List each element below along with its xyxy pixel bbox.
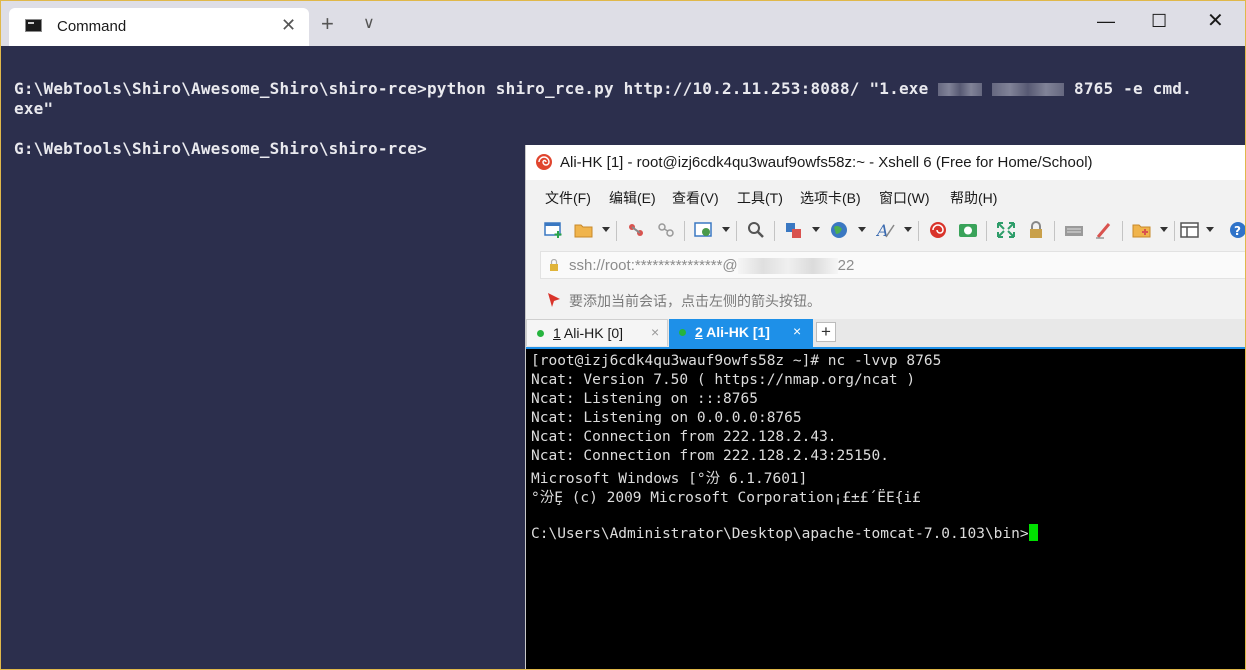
- terminal-line: Ncat: Connection from 222.128.2.43:25150…: [531, 448, 889, 464]
- svg-text:?: ?: [1234, 224, 1241, 238]
- xshell-logo-icon: [536, 154, 552, 170]
- toolbar-divider: [986, 221, 987, 241]
- globe-icon[interactable]: [830, 221, 850, 239]
- terminal-line: Ncat: Connection from 222.128.2.43.: [531, 429, 837, 445]
- terminal-line: Ncat: Listening on 0.0.0.0:8765: [531, 410, 802, 426]
- close-tab-icon[interactable]: ×: [651, 324, 659, 340]
- address-bar[interactable]: ssh://root:***************@ 22: [540, 251, 1245, 279]
- maximize-button[interactable]: ☐: [1151, 9, 1167, 33]
- redacted-text: [737, 258, 838, 275]
- menu-help[interactable]: 帮助(H): [950, 188, 997, 208]
- toolbar-divider: [684, 221, 685, 241]
- chevron-down-icon[interactable]: [904, 227, 912, 232]
- menu-view[interactable]: 查看(V): [672, 188, 719, 208]
- menu-tabs[interactable]: 选项卡(B): [800, 188, 861, 208]
- session-notice: 要添加当前会话，点击左侧的箭头按钮。: [526, 286, 1245, 314]
- chevron-down-icon[interactable]: [812, 227, 820, 232]
- terminal-line: °汾Ȩ (c) 2009 Microsoft Corporation¡£±£´Ë…: [531, 490, 921, 506]
- redacted-text: [992, 83, 1065, 96]
- redacted-text: [938, 83, 983, 96]
- terminal-line: [root@izj6cdk4qu3wauf9owfs58z ~]# nc -lv…: [531, 353, 942, 369]
- menu-bar: 文件(F) 编辑(E) 查看(V) 工具(T) 选项卡(B) 窗口(W) 帮助(…: [526, 182, 1245, 212]
- session-tab-1[interactable]: 1 Ali-HK [0] ×: [526, 319, 668, 346]
- window-title: Ali-HK [1] - root@izj6cdk4qu3wauf9owfs58…: [560, 154, 1093, 171]
- new-tab-icon[interactable]: +: [321, 13, 334, 35]
- close-tab-icon[interactable]: ✕: [281, 15, 296, 35]
- font-icon[interactable]: A: [876, 221, 896, 239]
- status-dot: [679, 329, 686, 336]
- chevron-down-icon[interactable]: [1160, 227, 1168, 232]
- terminal-line: Ncat: Version 7.50 ( https://nmap.org/nc…: [531, 372, 916, 388]
- fullscreen-icon[interactable]: [996, 221, 1016, 239]
- close-button[interactable]: ✕: [1207, 9, 1224, 33]
- toolbar-divider: [1054, 221, 1055, 241]
- menu-edit[interactable]: 编辑(E): [609, 188, 656, 208]
- chevron-down-icon[interactable]: ∨: [363, 13, 375, 35]
- menu-tools[interactable]: 工具(T): [737, 188, 783, 208]
- menu-file[interactable]: 文件(F): [545, 188, 591, 208]
- lock-icon[interactable]: [1026, 221, 1046, 239]
- highlight-icon[interactable]: [1094, 221, 1114, 239]
- toolbar-divider: [918, 221, 919, 241]
- connect-icon[interactable]: [626, 221, 646, 239]
- menu-window[interactable]: 窗口(W): [879, 188, 930, 208]
- address-text: ssh://root:***************@ 22: [569, 257, 855, 275]
- terminal-titlebar: Command ✕ + ∨ — ☐ ✕: [1, 1, 1245, 46]
- toolbar-divider: [1174, 221, 1175, 241]
- minimize-button[interactable]: —: [1097, 9, 1115, 33]
- notice-text: 要添加当前会话，点击左侧的箭头按钮。: [569, 293, 821, 309]
- terminal-prompt: C:\Users\Administrator\Desktop\apache-to…: [531, 524, 1038, 542]
- transfer-icon[interactable]: [784, 221, 804, 239]
- cmd-icon: [25, 19, 42, 32]
- xshell-window: Ali-HK [1] - root@izj6cdk4qu3wauf9owfs58…: [525, 145, 1246, 669]
- new-folder-icon[interactable]: [1132, 221, 1152, 239]
- xshell-titlebar: Ali-HK [1] - root@izj6cdk4qu3wauf9owfs58…: [526, 145, 1245, 180]
- session-tab-2[interactable]: 2 Ali-HK [1] ×: [669, 319, 813, 347]
- chevron-down-icon[interactable]: [602, 227, 610, 232]
- screen: Command ✕ + ∨ — ☐ ✕ G:\WebTools\Shiro\Aw…: [0, 0, 1246, 670]
- disconnect-icon[interactable]: [656, 221, 676, 239]
- tab-command[interactable]: Command ✕: [9, 8, 309, 46]
- properties-icon[interactable]: [694, 221, 714, 239]
- keyboard-icon[interactable]: [1064, 221, 1084, 239]
- status-dot: [537, 330, 544, 337]
- add-tab-button[interactable]: +: [816, 322, 836, 342]
- terminal-prompt: G:\WebTools\Shiro\Awesome_Shiro\shiro-rc…: [14, 139, 427, 158]
- terminal-line: exe": [14, 99, 54, 118]
- tab-title: Command: [57, 18, 127, 35]
- terminal-line: G:\WebTools\Shiro\Awesome_Shiro\shiro-rc…: [14, 79, 1192, 98]
- session-tabbar: 1 Ali-HK [0] × 2 Ali-HK [1] × +: [526, 319, 1245, 347]
- toolbar-divider: [736, 221, 737, 241]
- toolbar-divider: [616, 221, 617, 241]
- toolbar-divider: [774, 221, 775, 241]
- layout-icon[interactable]: [1180, 221, 1200, 239]
- tab-label: 1 Ali-HK [0]: [553, 325, 624, 341]
- xftp-icon[interactable]: [928, 221, 948, 239]
- chevron-down-icon[interactable]: [1206, 227, 1214, 232]
- chevron-down-icon[interactable]: [722, 227, 730, 232]
- lock-icon: [550, 259, 558, 271]
- bookmark-arrow-icon[interactable]: [546, 291, 563, 308]
- terminal-line: Microsoft Windows [°汾 6.1.7601]: [531, 471, 808, 487]
- cursor: [1028, 524, 1038, 541]
- chevron-down-icon[interactable]: [858, 227, 866, 232]
- toolbar: A ?: [526, 213, 1246, 247]
- open-folder-icon[interactable]: [574, 221, 594, 239]
- toolbar-divider: [1122, 221, 1123, 241]
- close-tab-icon[interactable]: ×: [793, 323, 801, 339]
- find-icon[interactable]: [746, 221, 766, 239]
- xmanager-icon[interactable]: [958, 221, 978, 239]
- tab-label: 2 Ali-HK [1]: [695, 324, 770, 340]
- xshell-terminal[interactable]: [root@izj6cdk4qu3wauf9owfs58z ~]# nc -lv…: [526, 347, 1245, 669]
- new-session-icon[interactable]: [544, 221, 564, 239]
- help-icon[interactable]: ?: [1228, 221, 1246, 239]
- terminal-line: Ncat: Listening on :::8765: [531, 391, 758, 407]
